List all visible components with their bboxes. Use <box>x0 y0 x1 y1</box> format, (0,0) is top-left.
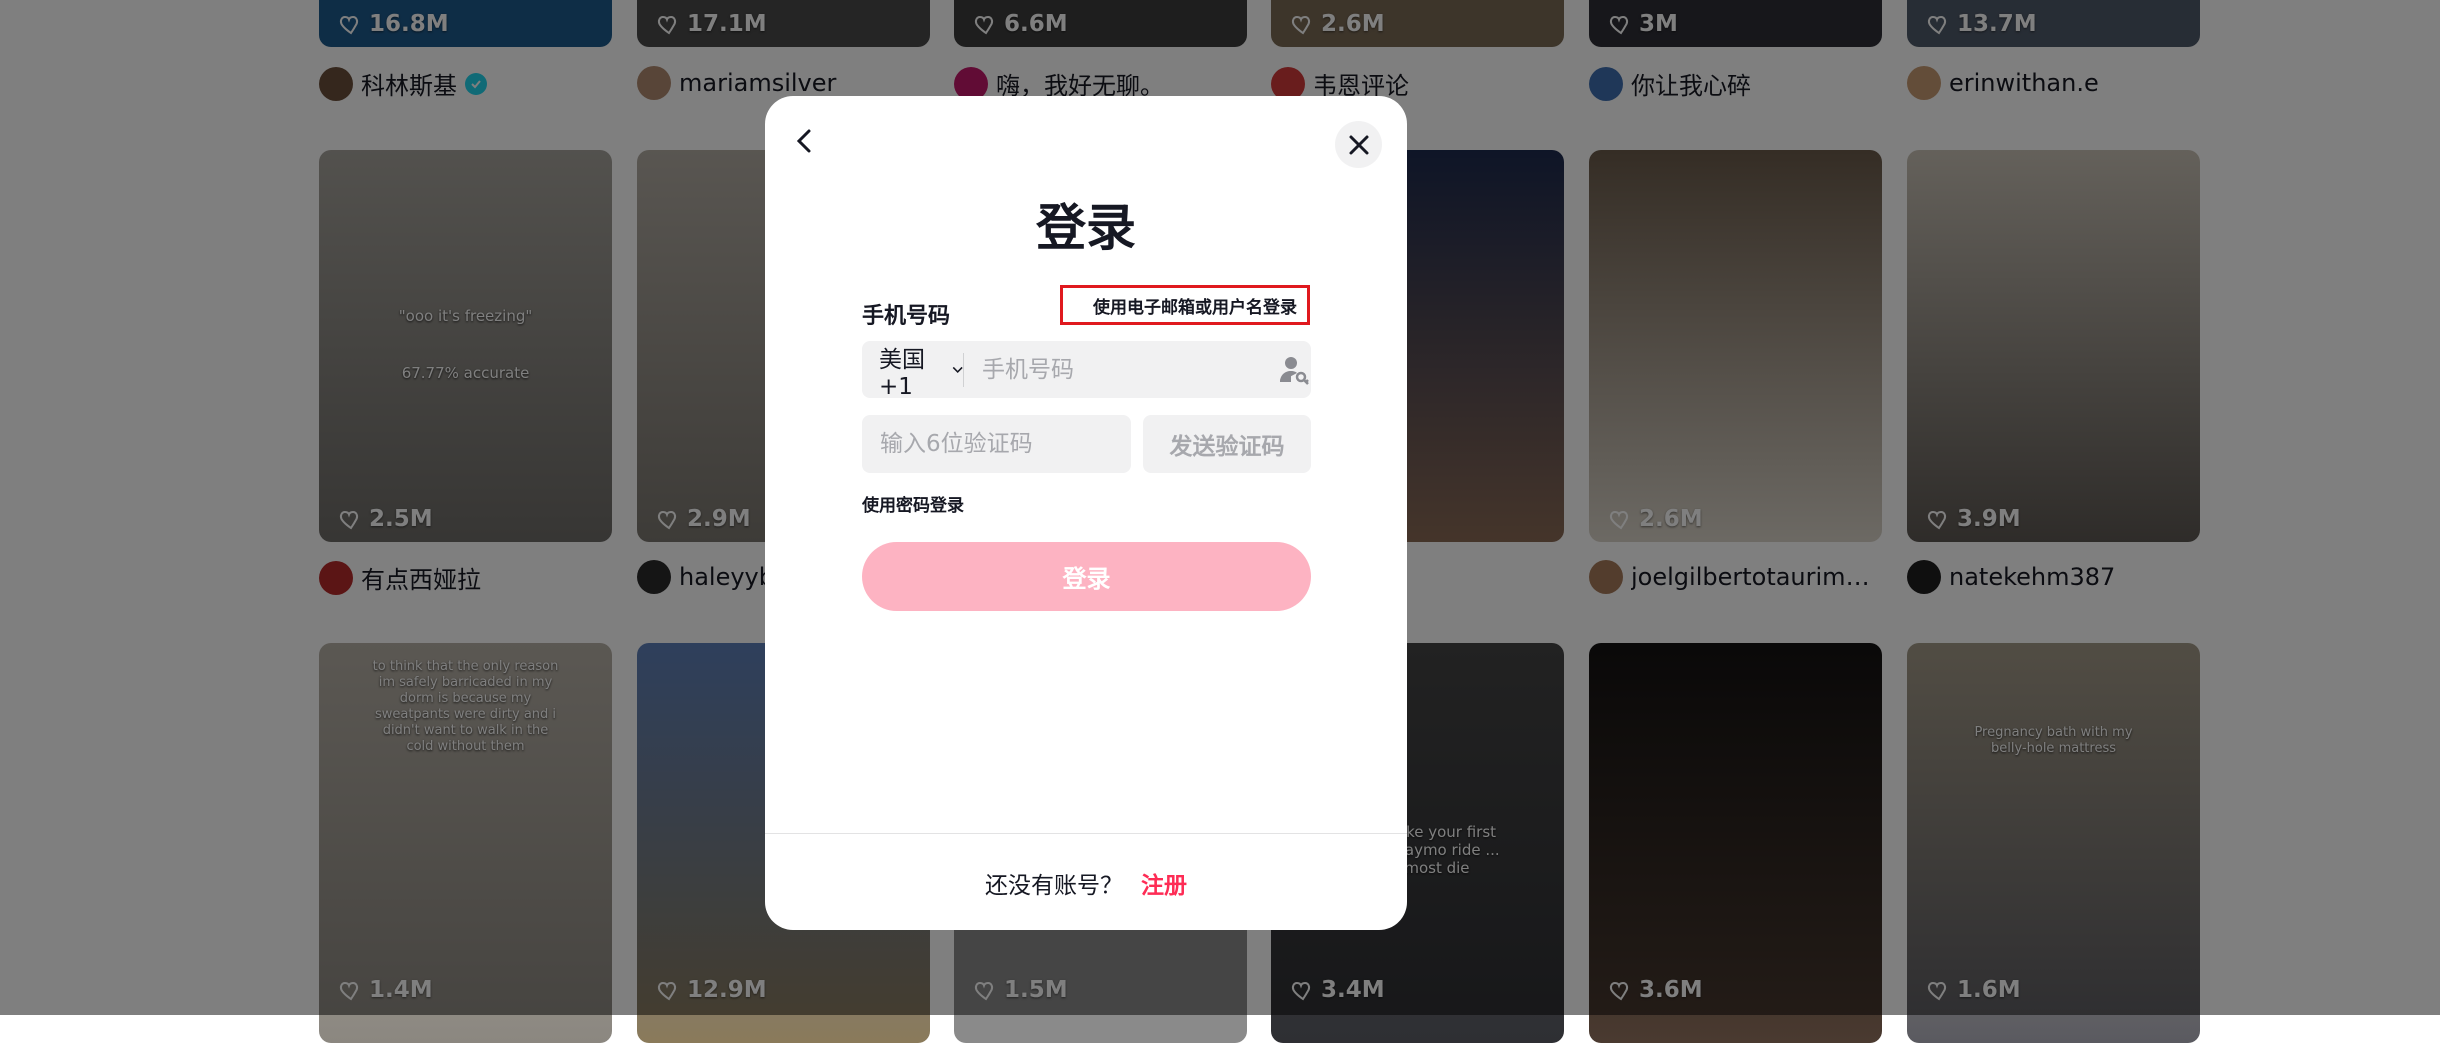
modal-title: 登录 <box>1036 199 1136 257</box>
country-code-label: 美国 +1 <box>879 346 925 400</box>
chevron-left-icon <box>796 129 811 153</box>
signup-link[interactable]: 注册 <box>1141 866 1187 900</box>
send-code-button[interactable]: 发送验证码 <box>1143 415 1311 473</box>
back-button[interactable] <box>785 121 825 161</box>
phone-input[interactable] <box>964 340 1277 399</box>
country-code-select[interactable]: 美国 +1 <box>862 341 963 400</box>
no-account-text: 还没有账号？ <box>985 872 1123 899</box>
verification-code-input[interactable] <box>862 415 1131 473</box>
contact-picker-button[interactable] <box>1277 353 1311 387</box>
close-icon <box>1349 135 1368 154</box>
chevron-down-icon <box>952 366 963 373</box>
phone-field-row: 美国 +1 <box>862 340 1311 400</box>
phone-label: 手机号码 <box>862 304 951 329</box>
password-login-link[interactable]: 使用密码登录 <box>862 491 964 516</box>
email-username-login-link[interactable]: 使用电子邮箱或用户名登录 <box>1060 285 1310 325</box>
close-button[interactable] <box>1335 121 1382 168</box>
user-key-icon <box>1280 356 1309 385</box>
login-modal: 登录 手机号码 使用电子邮箱或用户名登录 美国 +1 发送验证码 使用密码登录 … <box>765 96 1407 930</box>
login-button[interactable]: 登录 <box>862 542 1311 611</box>
modal-footer: 还没有账号？ 注册 <box>765 833 1407 930</box>
